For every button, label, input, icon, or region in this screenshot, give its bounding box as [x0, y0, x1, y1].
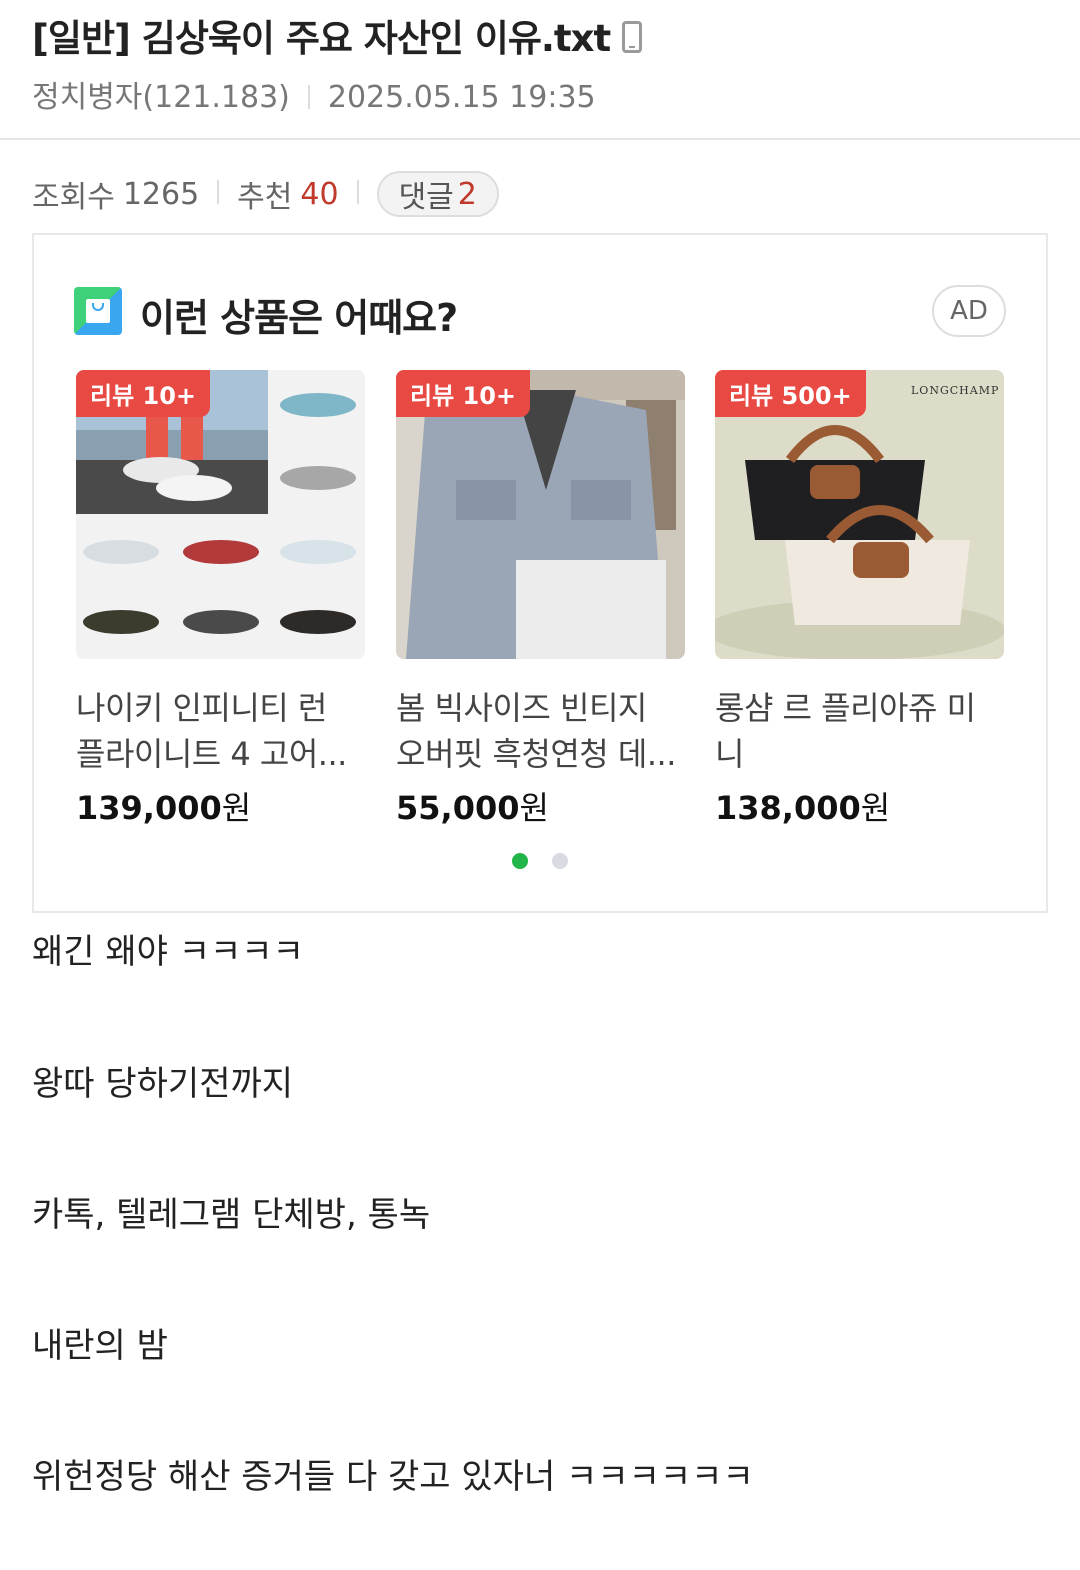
comments-label: 댓글	[398, 180, 454, 215]
price-currency: 원	[860, 789, 891, 827]
content-line: 왕따 당하기전까지	[32, 1064, 294, 1104]
ad-title: 이런 상품은 어때요?	[140, 296, 458, 340]
product-price: 138,000원	[715, 783, 1004, 829]
shopping-logo-icon	[74, 287, 122, 335]
product-image-sneakers[interactable]: 리뷰 10+	[76, 370, 365, 659]
content-line: 위헌정당 해산 증거들 다 갖고 있자너 ㅋㅋㅋㅋㅋㅋ	[32, 1457, 754, 1497]
shopping-bag-icon	[86, 299, 110, 323]
post-meta: 정치병자(121.183) 2025.05.15 19:35	[32, 72, 596, 116]
post-title-text: [일반] 김상욱이 주요 자산인 이유.txt	[32, 17, 611, 60]
product-image-denim-jacket[interactable]: 리뷰 10+	[396, 370, 685, 659]
author-name[interactable]: 정치병자(121.183)	[32, 80, 290, 115]
product-name[interactable]: 나이키 인피니티 런 플라이니트 4 고어...	[76, 685, 365, 777]
recommend-label: 추천	[237, 180, 293, 215]
comments-count: 2	[457, 176, 477, 212]
product-card[interactable]: 리뷰 10+ 나이키 인피니티 런 플라이니트 4 고어... 139,000원	[76, 370, 365, 829]
price-value: 138,000	[715, 789, 861, 827]
content-line: 내란의 밤	[32, 1326, 168, 1366]
product-price: 139,000원	[76, 783, 365, 829]
price-currency: 원	[519, 789, 549, 827]
product-image-bags[interactable]: LONGCHAMP 리뷰 500+	[715, 370, 1004, 659]
mobile-icon	[622, 20, 643, 53]
post-stats: 조회수 1265 추천 40 댓글 2	[32, 170, 499, 218]
views-label: 조회수	[32, 180, 115, 215]
comments-button[interactable]: 댓글 2	[376, 171, 499, 217]
review-tag: 리뷰 10+	[396, 370, 531, 417]
price-currency: 원	[221, 789, 252, 827]
meta-divider	[307, 84, 310, 109]
product-card[interactable]: LONGCHAMP 리뷰 500+ 롱샴 르 플리아쥬 미니 138,000원	[715, 370, 1004, 829]
review-tag: 리뷰 500+	[715, 370, 866, 417]
carousel-dot[interactable]	[552, 853, 568, 869]
product-card[interactable]: 리뷰 10+ 봄 빅사이즈 빈티지 오버핏 흑청연청 데... 55,000원	[396, 370, 685, 829]
product-name[interactable]: 봄 빅사이즈 빈티지 오버핏 흑청연청 데...	[396, 685, 685, 777]
ad-badge[interactable]: AD	[932, 285, 1006, 337]
stats-divider	[356, 180, 359, 204]
carousel-dot-active[interactable]	[512, 853, 528, 869]
stats-divider	[217, 180, 220, 204]
brand-wordmark: LONGCHAMP	[911, 384, 1000, 397]
views-count: 1265	[122, 176, 200, 212]
post-datetime: 2025.05.15 19:35	[327, 80, 596, 115]
price-value: 55,000	[396, 789, 520, 827]
ad-recommendations: 이런 상품은 어때요? AD 리뷰 10+ 나이키 인피니티 런 플라이니트 4…	[32, 233, 1048, 913]
product-price: 55,000원	[396, 783, 685, 829]
post-title: [일반] 김상욱이 주요 자산인 이유.txt	[32, 8, 643, 62]
content-line: 카톡, 텔레그램 단체방, 통녹	[32, 1195, 431, 1235]
content-line: 왜긴 왜야 ㅋㅋㅋㅋ	[32, 932, 304, 972]
price-value: 139,000	[76, 789, 222, 827]
product-name[interactable]: 롱샴 르 플리아쥬 미니	[715, 685, 1004, 777]
recommend-count: 40	[300, 176, 339, 212]
post-header: [일반] 김상욱이 주요 자산인 이유.txt 정치병자(121.183) 202…	[0, 0, 1080, 140]
carousel-pagination	[34, 853, 1046, 873]
review-tag: 리뷰 10+	[76, 370, 211, 417]
